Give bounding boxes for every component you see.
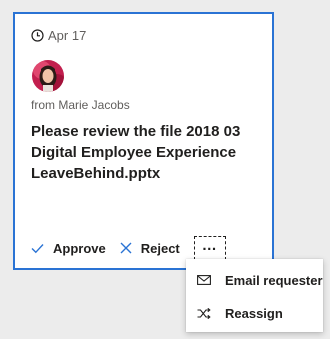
- menu-item-label: Email requester: [225, 272, 323, 288]
- clock-icon: [31, 29, 44, 42]
- action-bar: Approve Reject …: [31, 236, 226, 260]
- more-options-button[interactable]: …: [193, 236, 226, 260]
- checkmark-icon: [31, 243, 44, 253]
- more-options-menu: Email requester Reassign: [186, 259, 323, 332]
- avatar: [32, 60, 64, 92]
- reject-button[interactable]: Reject: [120, 241, 180, 256]
- reject-label: Reject: [140, 240, 180, 256]
- approve-label: Approve: [53, 240, 106, 256]
- requester-line: from Marie Jacobs: [31, 98, 130, 112]
- menu-item-label: Reassign: [225, 305, 283, 321]
- date-row: Apr 17: [31, 28, 86, 43]
- menu-item-reassign[interactable]: Reassign: [186, 298, 323, 328]
- request-date: Apr 17: [48, 28, 87, 43]
- approval-card: Apr 17 from Marie Jacobs Please review t…: [13, 12, 274, 270]
- request-title: Please review the file 2018 03 Digital E…: [31, 123, 241, 182]
- menu-item-email-requester[interactable]: Email requester: [186, 265, 323, 295]
- envelope-icon: [197, 275, 211, 285]
- close-icon: [120, 242, 132, 254]
- approve-button[interactable]: Approve: [31, 241, 106, 256]
- shuffle-icon: [197, 307, 211, 319]
